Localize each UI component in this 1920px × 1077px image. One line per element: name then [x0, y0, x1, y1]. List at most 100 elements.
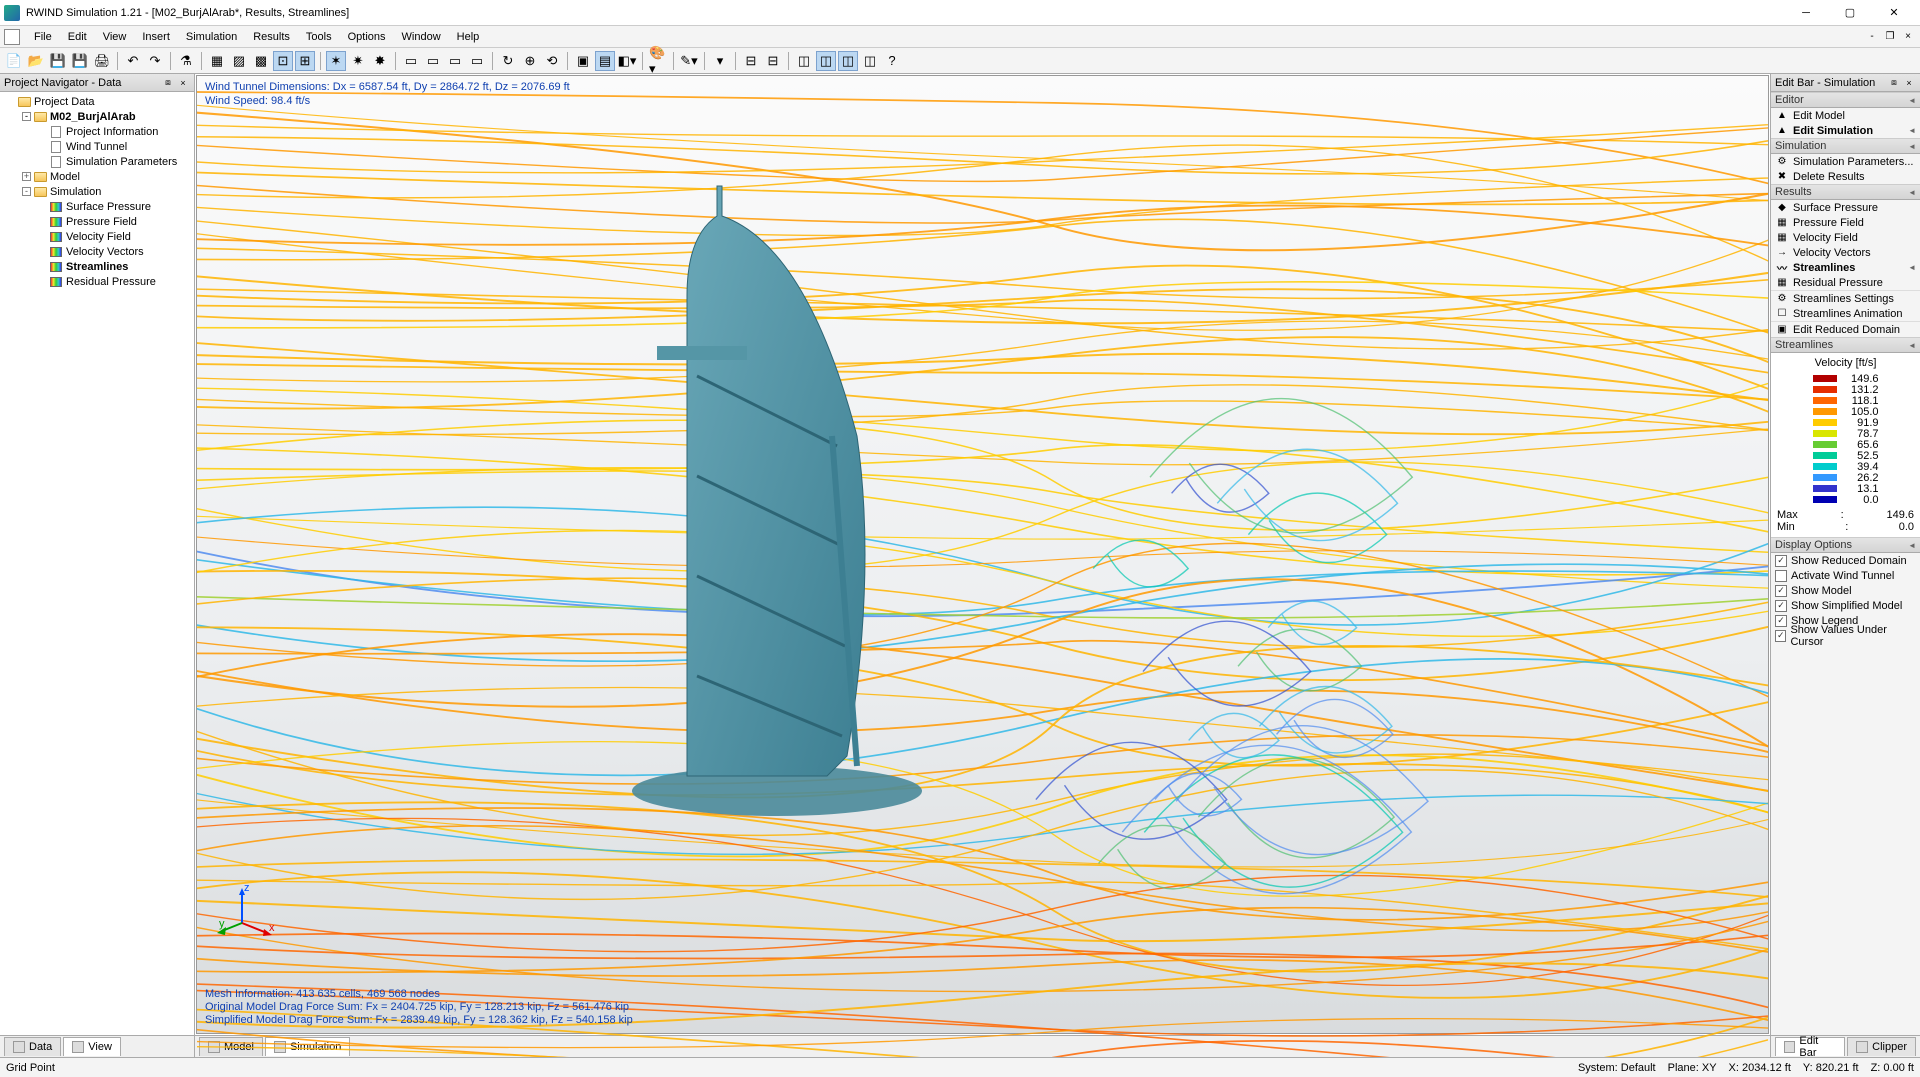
menu-results[interactable]: Results	[245, 29, 298, 45]
opt-show-simplified-model[interactable]: ✓Show Simplified Model	[1771, 598, 1920, 613]
right-tab-clipper[interactable]: Clipper	[1847, 1037, 1916, 1056]
tree-streamlines[interactable]: Streamlines	[2, 259, 192, 274]
menu-window[interactable]: Window	[394, 29, 449, 45]
win-b[interactable]: ◫	[816, 51, 836, 71]
mdi-close[interactable]: ×	[1900, 30, 1916, 44]
tree-project-information[interactable]: Project Information	[2, 124, 192, 139]
menu-options[interactable]: Options	[340, 29, 394, 45]
tree-pressure-field[interactable]: Pressure Field	[2, 214, 192, 229]
disp-c[interactable]: ◧▾	[617, 51, 637, 71]
menu-tools[interactable]: Tools	[298, 29, 340, 45]
center-tab-simulation[interactable]: Simulation	[265, 1037, 350, 1056]
result-velocity-vectors[interactable]: →Velocity Vectors	[1771, 245, 1920, 260]
tool-b[interactable]: ▨	[229, 51, 249, 71]
tree-surface-pressure[interactable]: Surface Pressure	[2, 199, 192, 214]
win-d[interactable]: ◫	[860, 51, 880, 71]
display-header: Display Options◄	[1771, 537, 1920, 553]
disp-a[interactable]: ▣	[573, 51, 593, 71]
panel-pin[interactable]: ⧈	[161, 76, 175, 90]
rotate-b[interactable]: ⊕	[520, 51, 540, 71]
tree-velocity-vectors[interactable]: Velocity Vectors	[2, 244, 192, 259]
result-pressure-field[interactable]: ▦Pressure Field	[1771, 215, 1920, 230]
gear-a[interactable]: ✶	[326, 51, 346, 71]
velocity-legend: Velocity [ft/s]149.6131.2118.1105.091.97…	[1771, 353, 1920, 537]
result-velocity-field[interactable]: ▦Velocity Field	[1771, 230, 1920, 245]
streamset-streamlines-animation[interactable]: ☐Streamlines Animation	[1771, 306, 1920, 321]
view-d[interactable]: ▭	[467, 51, 487, 71]
help-button[interactable]: ?	[882, 51, 902, 71]
left-tab-view[interactable]: View	[63, 1037, 121, 1056]
sim-simulation-parameters-[interactable]: ⚙Simulation Parameters...	[1771, 154, 1920, 169]
menu-file[interactable]: File	[26, 29, 60, 45]
save-as-button[interactable]: 💾	[70, 51, 90, 71]
view-a[interactable]: ▭	[401, 51, 421, 71]
new-button[interactable]: 📄	[4, 51, 24, 71]
maximize-button[interactable]: ▢	[1828, 1, 1872, 25]
result-surface-pressure[interactable]: ◆Surface Pressure	[1771, 200, 1920, 215]
project-tree[interactable]: Project Data-M02_BurjAlArabProject Infor…	[0, 92, 194, 1035]
sim-delete-results[interactable]: ✖Delete Results	[1771, 169, 1920, 184]
viewport[interactable]: Wind Tunnel Dimensions: Dx = 6587.54 ft,…	[196, 75, 1769, 1034]
viewport-info-bottom: Mesh Information: 413 635 cells, 469 568…	[205, 988, 633, 1027]
right-tab-edit-bar[interactable]: Edit Bar	[1775, 1037, 1845, 1056]
filter-a[interactable]: ▾	[710, 51, 730, 71]
undo-button[interactable]: ↶	[123, 51, 143, 71]
opt-show-reduced-domain[interactable]: ✓Show Reduced Domain	[1771, 553, 1920, 568]
tree-simulation-parameters[interactable]: Simulation Parameters	[2, 154, 192, 169]
gear-b[interactable]: ✷	[348, 51, 368, 71]
tool-e[interactable]: ⊞	[295, 51, 315, 71]
left-tab-data[interactable]: Data	[4, 1037, 61, 1056]
rotate-a[interactable]: ↻	[498, 51, 518, 71]
close-button[interactable]: ✕	[1872, 1, 1916, 25]
streamset-streamlines-settings[interactable]: ⚙Streamlines Settings	[1771, 291, 1920, 306]
panel-close[interactable]: ×	[176, 76, 190, 90]
save-button[interactable]: 💾	[48, 51, 68, 71]
editor-edit-simulation[interactable]: ▲Edit Simulation◄	[1771, 123, 1920, 138]
win-c[interactable]: ◫	[838, 51, 858, 71]
tool-d[interactable]: ⊡	[273, 51, 293, 71]
opt-show-model[interactable]: ✓Show Model	[1771, 583, 1920, 598]
tool-a[interactable]: ▦	[207, 51, 227, 71]
open-button[interactable]: 📂	[26, 51, 46, 71]
disp-b[interactable]: ▤	[595, 51, 615, 71]
result-streamlines[interactable]: 〰Streamlines◄	[1771, 260, 1920, 275]
win-a[interactable]: ◫	[794, 51, 814, 71]
menu-help[interactable]: Help	[449, 29, 488, 45]
tree-wind-tunnel[interactable]: Wind Tunnel	[2, 139, 192, 154]
tree-velocity-field[interactable]: Velocity Field	[2, 229, 192, 244]
tree-residual-pressure[interactable]: Residual Pressure	[2, 274, 192, 289]
editor-edit-model[interactable]: ▲Edit Model	[1771, 108, 1920, 123]
mdi-minimize[interactable]: -	[1864, 30, 1880, 44]
menu-insert[interactable]: Insert	[134, 29, 178, 45]
right-panel-header: Edit Bar - Simulation ⧈ ×	[1771, 74, 1920, 92]
misc-b[interactable]: ⊟	[763, 51, 783, 71]
mdi-restore[interactable]: ❐	[1882, 30, 1898, 44]
calc-button[interactable]: ⚗	[176, 51, 196, 71]
right-bottom-tabs: Edit BarClipper	[1771, 1035, 1920, 1057]
tree-simulation[interactable]: -Simulation	[2, 184, 192, 199]
minimize-button[interactable]: ─	[1784, 1, 1828, 25]
rotate-c[interactable]: ⟲	[542, 51, 562, 71]
tree-project-data[interactable]: Project Data	[2, 94, 192, 109]
center-tab-model[interactable]: Model	[199, 1037, 263, 1056]
opt-activate-wind-tunnel[interactable]: Activate Wind Tunnel	[1771, 568, 1920, 583]
pen-a[interactable]: ✎▾	[679, 51, 699, 71]
menu-view[interactable]: View	[95, 29, 135, 45]
domain-edit-reduced-domain[interactable]: ▣Edit Reduced Domain	[1771, 322, 1920, 337]
tree-m02_burjalarab[interactable]: -M02_BurjAlArab	[2, 109, 192, 124]
misc-a[interactable]: ⊟	[741, 51, 761, 71]
view-b[interactable]: ▭	[423, 51, 443, 71]
color-a[interactable]: 🎨▾	[648, 51, 668, 71]
menu-edit[interactable]: Edit	[60, 29, 95, 45]
tool-c[interactable]: ▩	[251, 51, 271, 71]
print-button[interactable]: 🖨	[92, 51, 112, 71]
view-c[interactable]: ▭	[445, 51, 465, 71]
menu-simulation[interactable]: Simulation	[178, 29, 245, 45]
opt-show-values-under-cursor[interactable]: ✓Show Values Under Cursor	[1771, 628, 1920, 643]
result-residual-pressure[interactable]: ▦Residual Pressure	[1771, 275, 1920, 290]
rpanel-pin[interactable]: ⧈	[1887, 76, 1901, 90]
redo-button[interactable]: ↷	[145, 51, 165, 71]
gear-c[interactable]: ✸	[370, 51, 390, 71]
rpanel-close[interactable]: ×	[1902, 76, 1916, 90]
tree-model[interactable]: +Model	[2, 169, 192, 184]
